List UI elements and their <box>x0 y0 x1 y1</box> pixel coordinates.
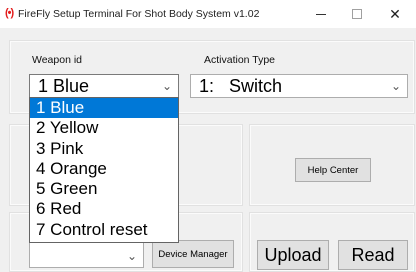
dropdown-option-orange[interactable]: 4 Orange <box>30 159 178 179</box>
dropdown-option-pink[interactable]: 3 Pink <box>30 139 178 159</box>
minimize-button[interactable] <box>302 0 340 28</box>
upload-button[interactable]: Upload <box>257 240 329 270</box>
weapon-id-select[interactable]: 1 Blue ⌄ <box>29 74 179 98</box>
dropdown-option-yellow[interactable]: 2 Yellow <box>30 118 178 138</box>
dropdown-option-green[interactable]: 5 Green <box>30 179 178 199</box>
weapon-id-dropdown-list: 1 Blue 2 Yellow 3 Pink 4 Orange 5 Green … <box>29 97 179 243</box>
dropdown-option-blue[interactable]: 1 Blue <box>30 98 178 119</box>
device-select[interactable]: ⌄ <box>29 242 144 268</box>
activation-type-value: 1: Switch <box>199 76 283 96</box>
maximize-icon <box>352 9 362 19</box>
activation-type-label: Activation Type <box>204 54 276 66</box>
title-bar: (•) FireFly Setup Terminal For Shot Body… <box>0 0 416 28</box>
dropdown-option-control-reset[interactable]: 7 Control reset <box>30 220 178 240</box>
window-title: FireFly Setup Terminal For Shot Body Sys… <box>18 8 260 20</box>
minimize-icon <box>316 13 326 15</box>
chevron-down-icon: ⌄ <box>161 79 172 93</box>
close-icon: ✕ <box>389 5 401 22</box>
dropdown-option-red[interactable]: 6 Red <box>30 199 178 219</box>
weapon-id-label: Weapon id <box>32 54 83 66</box>
device-manager-button[interactable]: Device Manager <box>152 240 234 268</box>
read-button[interactable]: Read <box>338 240 408 270</box>
help-center-button[interactable]: Help Center <box>295 158 371 182</box>
app-icon: (•) <box>5 7 14 19</box>
activation-type-select[interactable]: 1: Switch ⌄ <box>190 74 408 98</box>
maximize-button[interactable] <box>338 0 376 28</box>
chevron-down-icon: ⌄ <box>390 79 401 93</box>
close-button[interactable]: ✕ <box>376 0 414 28</box>
weapon-id-value: 1 Blue <box>38 76 90 96</box>
chevron-down-icon: ⌄ <box>126 249 137 263</box>
